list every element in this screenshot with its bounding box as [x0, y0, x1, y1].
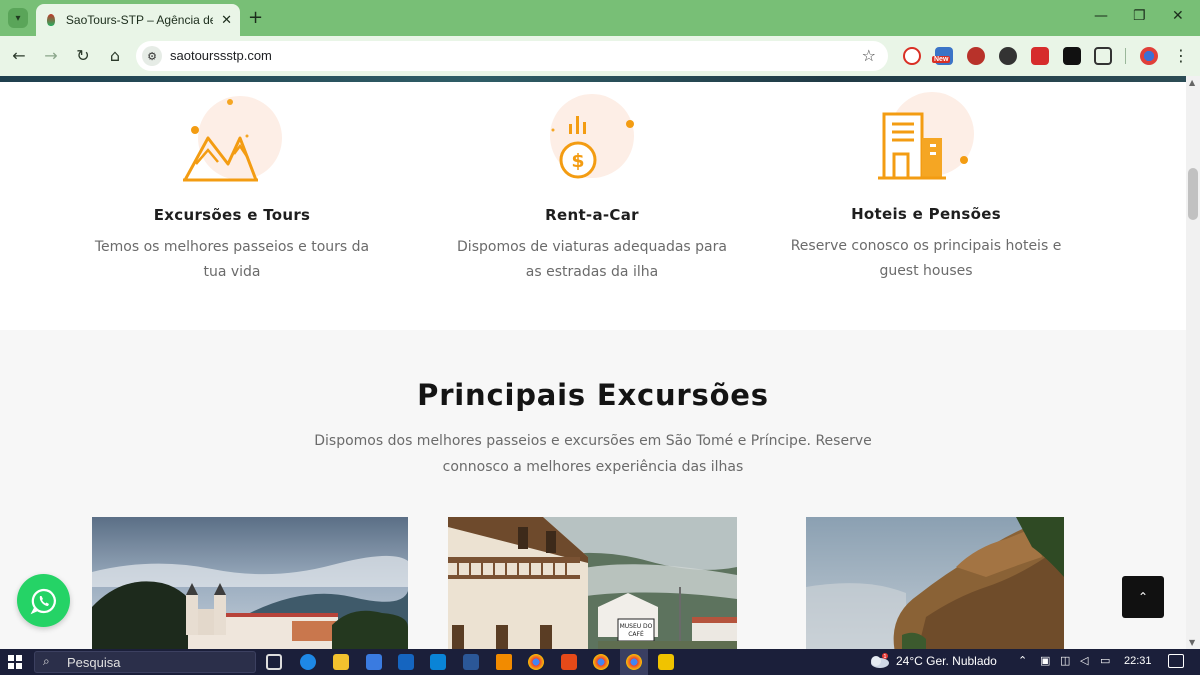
notification-icon[interactable] — [1168, 654, 1184, 668]
toolbar-divider — [1125, 48, 1126, 64]
taskbar-search-box[interactable]: ⌕ Pesquisa — [34, 651, 256, 673]
reload-button[interactable]: ↻ — [72, 46, 94, 66]
service-title: Excursões e Tours — [153, 206, 311, 224]
opera-extension-icon[interactable] — [903, 47, 921, 65]
services-section: Excursões e Tours Temos os melhores pass… — [0, 82, 1186, 330]
extensions-puzzle-icon[interactable] — [1094, 47, 1112, 65]
svg-text:$: $ — [571, 150, 584, 172]
money-icon: $ — [550, 94, 634, 179]
weather-text[interactable]: 24°C Ger. Nublado — [896, 654, 997, 668]
chrome-profile-icon[interactable] — [593, 654, 609, 670]
bookmark-star-icon[interactable]: ☆ — [862, 46, 876, 65]
meet-icon[interactable]: ▣ — [1040, 654, 1050, 667]
browser-toolbar: ← → ↻ ⌂ ⚙ saotourssstp.com ☆ New ⋮ — [0, 36, 1200, 76]
museu-do-cafe-photo: MUSEU DO CAFÉ — [448, 517, 737, 649]
taskbar-clock[interactable]: 22:31 — [1124, 655, 1152, 667]
scrollbar-thumb[interactable] — [1188, 168, 1198, 220]
vlc-icon[interactable] — [496, 654, 512, 670]
svg-text:CAFÉ: CAFÉ — [628, 630, 644, 638]
store-icon[interactable] — [366, 654, 382, 670]
service-description: Reserve conosco os principais hoteis e g… — [790, 238, 1062, 279]
word-icon[interactable] — [463, 654, 479, 670]
back-button[interactable]: ← — [8, 46, 30, 66]
start-button[interactable] — [8, 655, 22, 669]
taskbar-search-placeholder: Pesquisa — [67, 655, 121, 670]
profile-avatar[interactable] — [1140, 47, 1158, 65]
new-badge: New — [932, 56, 951, 63]
browser-menu-icon[interactable]: ⋮ — [1170, 46, 1192, 66]
url-text[interactable]: saotourssstp.com — [170, 48, 272, 63]
tab-title: SaoTours-STP – Agência de Turismo — [65, 13, 213, 27]
page-viewport: Excursões e Tours Temos os melhores pass… — [0, 76, 1186, 649]
service-description: Temos os melhores passeios e tours da tu… — [94, 239, 370, 280]
excursion-card-image[interactable] — [92, 517, 408, 649]
building-icon — [878, 92, 974, 180]
excursion-card-image[interactable] — [806, 517, 1064, 649]
excursion-card-image[interactable]: MUSEU DO CAFÉ — [448, 517, 737, 649]
edge-icon[interactable] — [300, 654, 316, 670]
svg-text:MUSEU DO: MUSEU DO — [620, 623, 653, 630]
site-info-icon[interactable]: ⚙ — [142, 46, 162, 66]
windows-taskbar: ⌕ Pesquisa 1 24°C Ger. Nublado ⌃ ▣ ◫ ◁ ▭… — [0, 649, 1200, 675]
network-icon[interactable]: ◫ — [1060, 654, 1070, 667]
red-extension-icon[interactable] — [1031, 47, 1049, 65]
task-view-icon[interactable] — [266, 654, 282, 670]
cathedral-town-photo — [92, 517, 408, 649]
home-button[interactable]: ⌂ — [104, 46, 126, 66]
scroll-up-icon[interactable]: ▲ — [1189, 78, 1195, 87]
page-scrollbar[interactable]: ▲ ▼ — [1186, 76, 1200, 649]
tab-search-button[interactable]: ▾ — [8, 8, 28, 28]
s-extension-icon[interactable] — [967, 47, 985, 65]
service-title: Hoteis e Pensões — [851, 205, 1001, 223]
office-icon[interactable] — [561, 654, 577, 670]
minimize-button[interactable]: — — [1094, 8, 1108, 24]
excursions-section: Principais Excursões Dispomos dos melhor… — [0, 330, 1186, 649]
restore-button[interactable]: ❐ — [1133, 8, 1146, 24]
search-icon: ⌕ — [43, 654, 50, 668]
rocky-cliff-photo — [806, 517, 1064, 649]
scroll-down-icon[interactable]: ▼ — [1189, 638, 1195, 647]
section-title: Principais Excursões — [417, 378, 769, 412]
whatsapp-icon — [30, 588, 56, 614]
address-bar[interactable]: ⚙ saotourssstp.com ☆ — [136, 41, 888, 71]
service-title: Rent-a-Car — [545, 206, 639, 224]
forward-button[interactable]: → — [40, 46, 62, 66]
browser-tab[interactable]: SaoTours-STP – Agência de Turismo ✕ — [36, 4, 240, 36]
back-to-top-button[interactable]: ⌃ — [1122, 576, 1164, 618]
new-tab-button[interactable]: + — [248, 8, 263, 28]
whatsapp-button[interactable] — [17, 574, 70, 627]
service-description: Dispomos de viaturas adequadas para as e… — [457, 239, 727, 280]
weather-badge: 1 — [883, 654, 886, 660]
chrome-active-icon[interactable] — [626, 654, 642, 670]
tab-close-icon[interactable]: ✕ — [221, 13, 232, 28]
dropbox-icon[interactable] — [430, 654, 446, 670]
k-extension-icon[interactable] — [999, 47, 1017, 65]
site-favicon-icon — [44, 13, 58, 27]
file-explorer-icon[interactable] — [333, 654, 349, 670]
section-subtitle: Dispomos dos melhores passeios e excursõ… — [314, 433, 872, 475]
dark-extension-icon[interactable] — [1063, 47, 1081, 65]
weather-cloud-icon[interactable]: 1 — [868, 653, 890, 669]
browser-tabstrip: ▾ SaoTours-STP – Agência de Turismo ✕ + … — [0, 0, 1200, 36]
chrome-icon[interactable] — [528, 654, 544, 670]
volume-icon[interactable]: ◁ — [1080, 654, 1088, 667]
display-icon[interactable]: ▭ — [1100, 654, 1110, 667]
notes-icon[interactable] — [658, 654, 674, 670]
close-window-button[interactable]: ✕ — [1172, 8, 1184, 24]
mountain-icon — [183, 96, 282, 182]
mail-icon[interactable] — [398, 654, 414, 670]
tray-chevron-icon[interactable]: ⌃ — [1018, 654, 1027, 667]
